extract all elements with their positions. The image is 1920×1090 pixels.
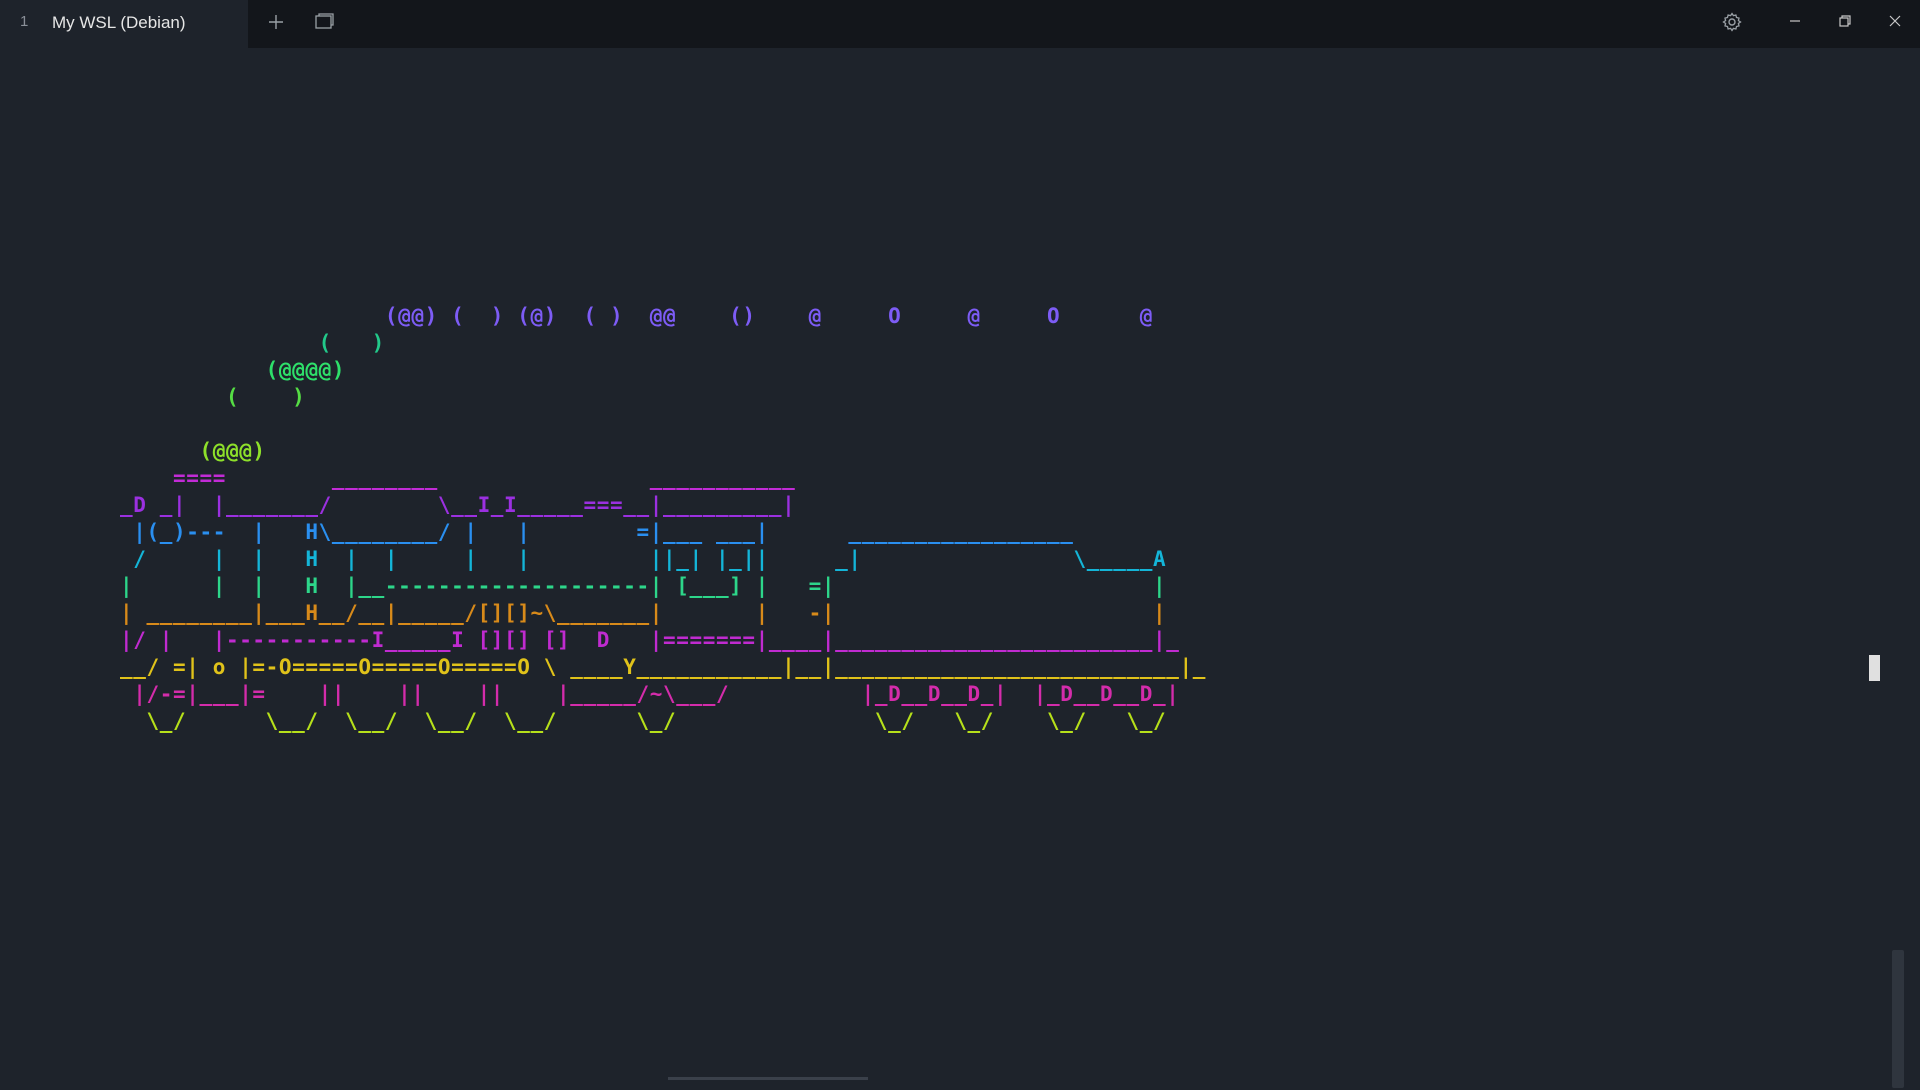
restore-button[interactable]	[1820, 0, 1870, 46]
new-tab-button[interactable]	[258, 6, 294, 42]
tab-index: 1	[20, 13, 29, 30]
restore-icon	[1838, 14, 1852, 33]
terminal-pane[interactable]: (@@) ( ) (@) ( ) @@ () @ O @ O @ ( ) (@@…	[0, 48, 1920, 1088]
art-line: \_/ \__/ \__/ \__/ \__/ \_/ \_/ \_/ \_/ …	[120, 709, 1167, 733]
new-window-button[interactable]	[306, 6, 342, 42]
art-line: |/ | |-----------I_____I [][] [] D |====…	[120, 628, 1180, 652]
art-line: __/ =| o |=-O=====O=====O=====O \ ____Y_…	[120, 655, 1206, 679]
sl-train-ascii-art: (@@) ( ) (@) ( ) @@ () @ O @ O @ ( ) (@@…	[120, 303, 1206, 735]
art-line: ( )	[120, 331, 385, 355]
vertical-scrollbar[interactable]	[1892, 110, 1904, 1090]
art-line: ( )	[120, 385, 306, 409]
plus-icon	[267, 13, 285, 36]
tab-title: My WSL (Debian)	[52, 13, 186, 32]
split-pane-icon	[314, 12, 334, 36]
gear-icon	[1722, 11, 1742, 37]
art-line: |/-=|___|= || || || |_____/~\___/ |_D__D…	[120, 682, 1180, 706]
minimize-button[interactable]	[1770, 0, 1820, 46]
art-line: / | | H | | | | ||_| |_|| _| \_____A	[120, 547, 1167, 571]
art-line: (@@@)	[120, 439, 266, 463]
art-line	[120, 411, 1206, 438]
art-line: ==== ________ ___________	[120, 466, 796, 490]
art-line: _D _| |_______/ \__I_I_____===__|_______…	[120, 493, 796, 517]
art-line: | ________|___H__/__|_____/[][]~\_______…	[120, 601, 1167, 625]
title-bar: 1 My WSL (Debian)	[0, 0, 1920, 48]
minimize-icon	[1788, 14, 1802, 33]
art-line: (@@@@)	[120, 358, 346, 382]
scrollbar-thumb[interactable]	[1892, 950, 1904, 1088]
art-line: (@@) ( ) (@) ( ) @@ () @ O @ O @	[120, 304, 1153, 328]
art-line: |(_)--- | H\________/ | | =|___ ___| ___…	[120, 520, 1074, 544]
settings-button[interactable]	[1714, 6, 1750, 42]
art-line: | | | H |__--------------------| [___] |…	[120, 574, 1167, 598]
close-icon	[1888, 14, 1902, 33]
tab-my-wsl-debian[interactable]: 1 My WSL (Debian)	[0, 0, 248, 48]
text-cursor	[1869, 655, 1880, 681]
close-button[interactable]	[1870, 0, 1920, 46]
